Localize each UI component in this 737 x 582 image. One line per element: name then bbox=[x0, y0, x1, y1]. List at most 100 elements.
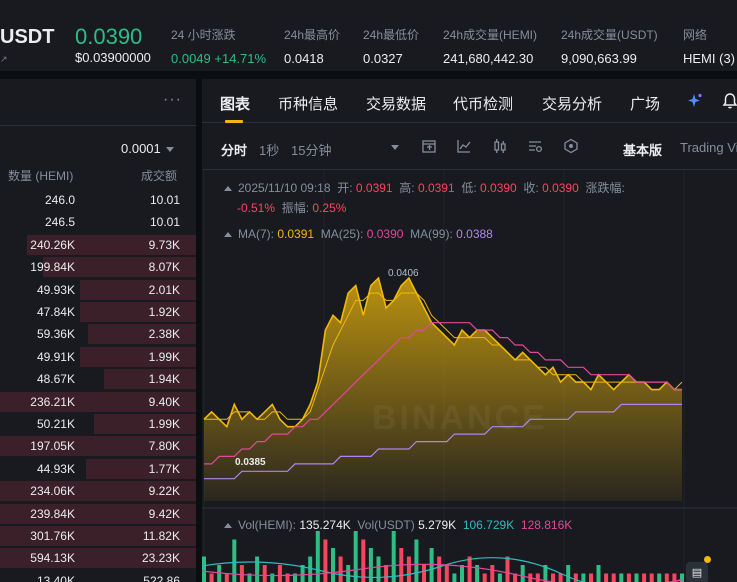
open-label: 开: bbox=[337, 181, 353, 195]
volume-bar bbox=[626, 573, 631, 582]
orderbook-row[interactable]: 246.5 10.01 bbox=[0, 211, 196, 233]
orderbook-row[interactable]: 240.26K 9.73K bbox=[0, 234, 196, 256]
close-value: 0.0390 bbox=[542, 181, 579, 195]
tab-trade-analysis[interactable]: 交易分析 bbox=[542, 93, 602, 114]
collapse-caret-icon[interactable] bbox=[224, 232, 232, 238]
volume-bar bbox=[444, 565, 449, 582]
mode-basic[interactable]: 基本版 bbox=[623, 140, 662, 159]
settings-chart-icon[interactable] bbox=[527, 138, 543, 157]
orderbook-row[interactable]: 239.84K 9.42K bbox=[0, 503, 196, 525]
volume-bar bbox=[558, 573, 563, 582]
orderbook-row[interactable]: 49.93K 2.01K bbox=[0, 279, 196, 301]
stat-label: 24h最低价 bbox=[363, 28, 420, 42]
tab-token-check[interactable]: 代币检测 bbox=[453, 93, 513, 114]
orderbook-row[interactable]: 49.91K 1.99K bbox=[0, 346, 196, 368]
orderbook-row[interactable]: 199.84K 8.07K bbox=[0, 256, 196, 278]
vol-ma1-value: 106.729K bbox=[462, 518, 515, 532]
candle-type-icon[interactable] bbox=[492, 138, 508, 157]
tab-chart[interactable]: 图表 bbox=[220, 93, 250, 114]
ohlc-datetime: 2025/11/10 09:18 bbox=[238, 181, 331, 195]
row-qty: 49.93K bbox=[36, 282, 75, 297]
price-chart[interactable]: BINANCE 2025/11/10 09:18 开: 0.0391 高: 0.… bbox=[202, 171, 737, 582]
row-amount: 9.73K bbox=[148, 237, 180, 252]
draw-line-icon[interactable] bbox=[456, 138, 472, 157]
interval-timeline[interactable]: 分时 bbox=[221, 140, 247, 159]
row-qty: 59.36K bbox=[36, 327, 75, 342]
header-qty: 数量 (HEMI) bbox=[8, 169, 74, 183]
volume-bar bbox=[642, 573, 647, 582]
more-dots-icon[interactable]: ··· bbox=[163, 91, 182, 109]
mode-tradingview[interactable]: Trading View bbox=[680, 140, 737, 155]
sparkle-ai-icon[interactable] bbox=[686, 92, 704, 115]
notification-dot bbox=[704, 556, 711, 563]
change-label: 涨跌幅: bbox=[585, 181, 625, 195]
volume-bar bbox=[634, 573, 639, 582]
interval-15m[interactable]: 15分钟 bbox=[291, 140, 331, 159]
row-amount: 7.80K bbox=[148, 439, 180, 454]
orderbook-row[interactable]: 47.84K 1.92K bbox=[0, 301, 196, 323]
volume-bar bbox=[611, 573, 616, 582]
orderbook-row[interactable]: 50.21K 1.99K bbox=[0, 413, 196, 435]
orderbook-row[interactable]: 236.21K 9.40K bbox=[0, 391, 196, 413]
stat-label: 24 小时涨跌 bbox=[171, 28, 236, 42]
pair-link-icon[interactable]: ↗ bbox=[0, 54, 8, 65]
collapse-caret-icon[interactable] bbox=[224, 523, 232, 529]
volume-bar bbox=[649, 573, 654, 582]
precision-select[interactable]: 0.0001 bbox=[121, 141, 174, 156]
orderbook-row[interactable]: 246.0 10.01 bbox=[0, 189, 196, 211]
volume-bar bbox=[490, 565, 495, 582]
indicator-icon[interactable] bbox=[421, 138, 437, 157]
interval-more-chevron-icon[interactable] bbox=[391, 145, 399, 150]
row-qty: 246.5 bbox=[44, 215, 75, 230]
volume-bar bbox=[657, 573, 662, 582]
orderbook-row[interactable]: 48.67K 1.94K bbox=[0, 368, 196, 390]
row-amount: 9.42K bbox=[148, 506, 180, 521]
volume-bar bbox=[581, 573, 586, 582]
orderbook-row[interactable]: 234.06K 9.22K bbox=[0, 480, 196, 502]
tab-coin-info[interactable]: 币种信息 bbox=[278, 93, 338, 114]
volume-bar bbox=[437, 556, 442, 582]
pair-symbol[interactable]: USDT bbox=[0, 26, 54, 49]
row-amount: 1.77K bbox=[148, 461, 180, 476]
close-label: 收: bbox=[523, 181, 539, 195]
orderbook-row[interactable]: 594.13K 23.23K bbox=[0, 547, 196, 569]
chart-side-button-icon[interactable]: ▤ bbox=[686, 562, 708, 582]
volume-bar bbox=[460, 565, 464, 582]
volume-bar bbox=[391, 531, 396, 582]
volume-bar bbox=[482, 573, 487, 582]
active-tab-indicator bbox=[225, 120, 243, 123]
volume-bar bbox=[331, 548, 335, 582]
volume-bar bbox=[535, 573, 540, 582]
layers-icon[interactable] bbox=[563, 138, 579, 157]
open-value: 0.0391 bbox=[355, 181, 393, 195]
stat-value: 0.0418 bbox=[284, 51, 324, 66]
orderbook-row[interactable]: 301.76K 11.82K bbox=[0, 525, 196, 547]
interval-1s[interactable]: 1秒 bbox=[259, 140, 279, 159]
volume-bar bbox=[505, 556, 510, 582]
volume-bar bbox=[422, 565, 426, 582]
stat-24h-volume-hemi: 24h成交量(HEMI) 241,680,442.30 bbox=[443, 26, 537, 66]
volume-bar bbox=[414, 539, 419, 582]
orderbook-row[interactable]: 44.93K 1.77K bbox=[0, 458, 196, 480]
volume-bar bbox=[566, 565, 571, 582]
volume-bar bbox=[376, 556, 381, 582]
change-value: -0.51% bbox=[237, 201, 276, 215]
orderbook-row[interactable]: 59.36K 2.38K bbox=[0, 323, 196, 345]
volume-bar bbox=[224, 573, 229, 582]
min-price-label: 0.0385 bbox=[235, 457, 266, 468]
stat-label: 24h最高价 bbox=[284, 28, 341, 42]
orderbook-row[interactable]: 197.05K 7.80K bbox=[0, 435, 196, 457]
tab-trading-data[interactable]: 交易数据 bbox=[366, 93, 426, 114]
amp-value: 0.25% bbox=[312, 201, 347, 215]
stat-network[interactable]: 网络 HEMI (3) bbox=[683, 26, 735, 66]
orderbook-row[interactable]: 13.40K 522.86 bbox=[0, 570, 196, 582]
row-amount: 1.99K bbox=[148, 417, 180, 431]
bell-icon[interactable] bbox=[722, 92, 737, 115]
collapse-caret-icon[interactable] bbox=[224, 186, 232, 192]
row-qty: 49.91K bbox=[36, 349, 75, 364]
volume-bar bbox=[406, 556, 411, 582]
row-amount: 2.01K bbox=[148, 282, 180, 297]
order-book: ··· 0.0001 数量 (HEMI) 成交额 246.0 10.01 246.5… bbox=[0, 79, 196, 582]
row-amount: 522.86 bbox=[143, 573, 180, 582]
tab-square[interactable]: 广场 bbox=[630, 93, 660, 114]
